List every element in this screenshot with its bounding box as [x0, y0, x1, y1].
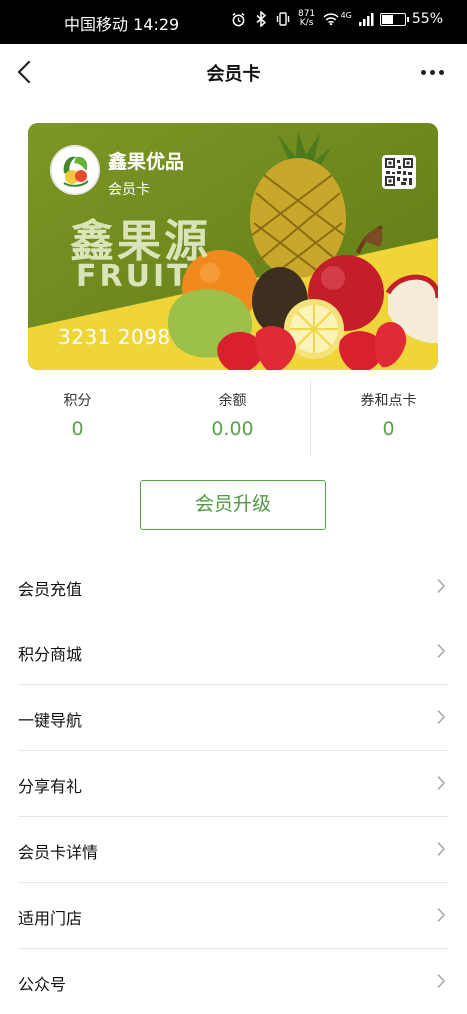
card-number: 3231 2098: [58, 325, 171, 349]
points-value: 0: [71, 418, 84, 440]
menu-item-card-details[interactable]: 会员卡详情: [18, 817, 448, 883]
menu-item-navigation[interactable]: 一键导航: [18, 685, 448, 751]
wifi-icon: [322, 11, 339, 27]
membership-card[interactable]: 鑫果优品 会员卡 鑫果源 FRUIT 3231 2098: [28, 123, 438, 370]
menu-item-label: 一键导航: [18, 711, 83, 730]
carrier-time: 中国移动 14:29: [64, 15, 180, 34]
menu-item-label: 会员卡详情: [18, 843, 99, 862]
menu-item-official-account[interactable]: 公众号: [18, 949, 448, 1014]
balance-stat[interactable]: 余额 0.00: [155, 380, 310, 440]
points-stat[interactable]: 积分 0: [0, 380, 155, 440]
chevron-right-icon: [437, 709, 446, 725]
upgrade-button[interactable]: 会员升级: [140, 480, 326, 530]
page-title: 会员卡: [206, 64, 261, 85]
menu-list: 会员充值 积分商城 一键导航 分享有礼 会员卡详情 适用门店 公众号: [18, 554, 448, 1014]
card-type: 会员卡: [108, 182, 150, 198]
battery-fill: [381, 14, 393, 24]
menu-item-share[interactable]: 分享有礼: [18, 751, 448, 817]
bluetooth-icon: [253, 11, 269, 27]
chevron-right-icon: [437, 643, 446, 659]
more-dots-icon[interactable]: [421, 62, 447, 82]
chevron-right-icon: [437, 973, 446, 989]
status-icons: 871 K/s 4G 55%: [231, 10, 443, 28]
alarm-icon: [231, 11, 247, 27]
menu-item-label: 适用门店: [18, 909, 83, 928]
menu-item-label: 分享有礼: [18, 777, 83, 796]
vibrate-icon: [275, 11, 291, 27]
nav-bar: 会员卡: [0, 44, 467, 100]
menu-item-label: 积分商城: [18, 645, 83, 664]
menu-item-points-mall[interactable]: 积分商城: [18, 619, 448, 685]
chevron-right-icon: [437, 775, 446, 791]
coupons-value: 0: [382, 418, 395, 440]
signal-icon: [358, 11, 374, 27]
chevron-right-icon: [437, 907, 446, 923]
battery-percent: 55%: [411, 11, 443, 27]
store-logo: [50, 145, 100, 195]
menu-item-label: 会员充值: [18, 580, 83, 599]
network-type: 4G: [340, 10, 352, 20]
coupons-label: 券和点卡: [360, 393, 417, 409]
menu-item-recharge[interactable]: 会员充值: [18, 554, 448, 619]
balance-label: 余额: [218, 393, 247, 409]
store-name: 鑫果优品: [108, 151, 185, 173]
member-stats: 积分 0 余额 0.00 券和点卡 0: [0, 380, 467, 455]
status-bar: 中国移动 14:29 871 K/s 4G 55%: [0, 0, 467, 44]
points-label: 积分: [63, 393, 92, 409]
brand-name-en: FRUIT: [76, 259, 191, 294]
menu-item-label: 公众号: [18, 975, 67, 994]
balance-value: 0.00: [211, 418, 254, 440]
qr-code-icon[interactable]: [382, 155, 416, 189]
chevron-right-icon: [437, 578, 446, 594]
chevron-right-icon: [437, 841, 446, 857]
network-speed: 871 K/s: [297, 9, 316, 28]
coupons-stat[interactable]: 券和点卡 0: [311, 380, 466, 440]
battery-icon: [379, 12, 409, 26]
menu-item-stores[interactable]: 适用门店: [18, 883, 448, 949]
